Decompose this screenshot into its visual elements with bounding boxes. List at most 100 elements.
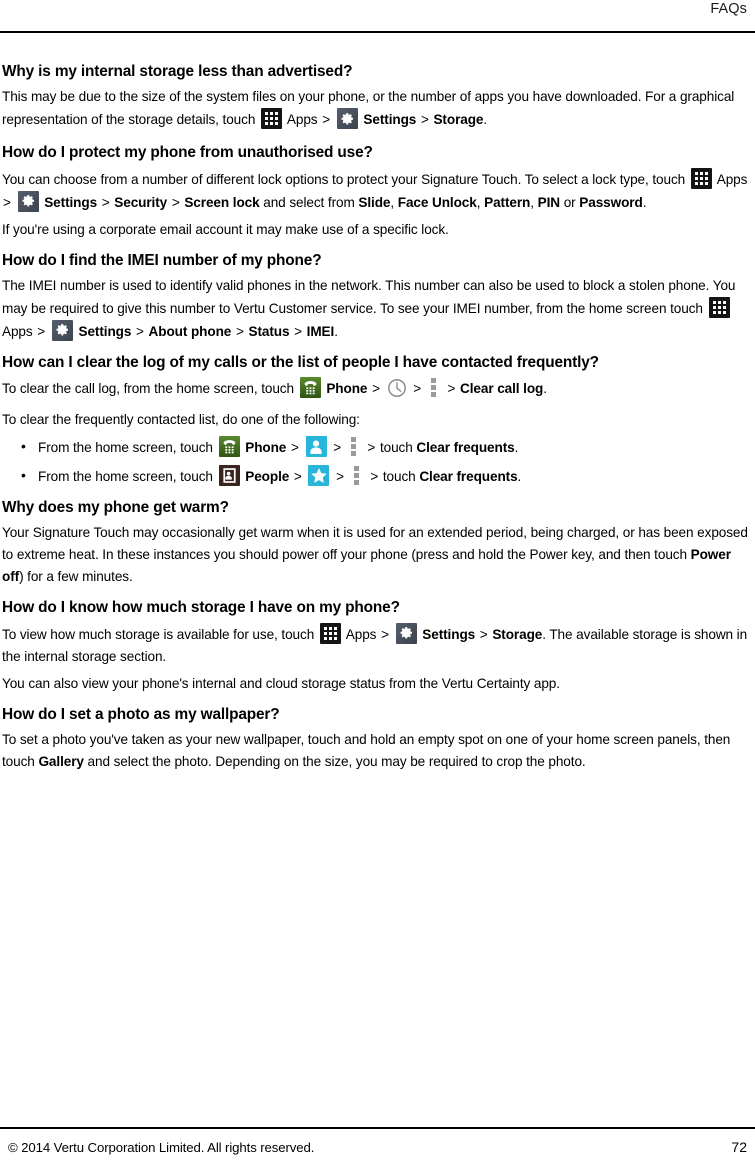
chevron-separator: > <box>333 440 342 456</box>
faq-answer-secondary: If you're using a corporate email accoun… <box>2 221 449 237</box>
clear-call-log-label: Clear call log <box>460 381 544 397</box>
phone-label: Phone <box>245 440 287 456</box>
faq-section-clear-call-log: How can I clear the log of my calls or t… <box>2 353 749 488</box>
faq-answer: This may be due to the size of the syste… <box>2 86 749 131</box>
period: . <box>543 381 547 397</box>
chevron-separator: > <box>235 323 244 339</box>
faq-answer-mid: or <box>563 194 576 210</box>
gear-icon <box>17 190 39 212</box>
comma: , <box>390 194 395 210</box>
imei-label: IMEI <box>306 323 335 339</box>
period: . <box>517 469 522 485</box>
apps-grid-icon <box>319 622 341 644</box>
faq-answer: You can choose from a number of differen… <box>2 167 749 214</box>
list-item: From the home screen, touch <box>21 464 749 488</box>
faq-answer-mid: and select from <box>263 194 355 210</box>
faq-answer-text: To view how much storage is available fo… <box>2 626 315 642</box>
security-label: Security <box>114 194 168 210</box>
faq-question: Why does my phone get warm? <box>2 499 229 517</box>
apps-label: Apps <box>345 626 377 642</box>
period: . <box>642 194 647 210</box>
faq-question: How do I find the IMEI number of my phon… <box>2 251 322 269</box>
chevron-separator: > <box>3 194 11 210</box>
footer-divider <box>0 1127 755 1129</box>
faq-answer-text: You can choose from a number of differen… <box>2 171 686 187</box>
faq-answer-text: Your Signature Touch may occasionally ge… <box>2 525 748 563</box>
chevron-separator: > <box>479 626 488 642</box>
people-label: People <box>245 469 290 485</box>
page-header: FAQs <box>0 0 755 42</box>
faq-answer-tertiary: You can also view your phone's internal … <box>2 675 560 691</box>
faq-answer: Your Signature Touch may occasionally ge… <box>2 522 749 588</box>
faq-section-imei: How do I find the IMEI number of my phon… <box>2 251 749 343</box>
page-footer: © 2014 Vertu Corporation Limited. All ri… <box>0 1100 755 1162</box>
chevron-separator: > <box>37 323 46 339</box>
faq-answer: To set a photo you've taken as your new … <box>2 729 749 773</box>
chevron-separator: > <box>372 381 380 397</box>
gear-icon <box>336 108 358 130</box>
faq-question: How can I clear the log of my calls or t… <box>2 353 599 371</box>
apps-grid-icon <box>708 296 730 318</box>
overflow-menu-icon <box>430 377 438 398</box>
list-item-mid: touch <box>379 440 413 456</box>
about-phone-label: About phone <box>148 323 232 339</box>
gallery-label: Gallery <box>38 754 84 770</box>
people-contact-card-icon <box>218 465 240 487</box>
list-item-mid: touch <box>382 469 416 485</box>
list-item-prefix: From the home screen, touch <box>38 440 213 456</box>
chevron-separator: > <box>290 440 299 456</box>
chevron-separator: > <box>367 440 376 456</box>
page-number: 72 <box>731 1139 747 1155</box>
chevron-separator: > <box>447 381 456 397</box>
faq-section-internal-storage: Why is my internal storage less than adv… <box>2 62 749 131</box>
clear-frequents-label: Clear frequents <box>419 469 518 485</box>
chevron-separator: > <box>293 469 302 485</box>
list-item-prefix: From the home screen, touch <box>38 469 213 485</box>
settings-label: Settings <box>422 626 476 642</box>
slide-label: Slide <box>358 194 391 210</box>
clock-icon <box>387 378 407 398</box>
faq-answer-secondary: To clear the frequently contacted list, … <box>2 412 360 428</box>
chevron-separator: > <box>336 469 344 485</box>
overflow-menu-icon <box>350 436 358 457</box>
faq-question: How do I know how much storage I have on… <box>2 599 400 617</box>
chevron-separator: > <box>413 381 422 397</box>
chevron-separator: > <box>370 469 379 485</box>
header-divider <box>0 31 755 33</box>
faq-content: Why is my internal storage less than adv… <box>2 62 749 785</box>
comma: , <box>476 194 481 210</box>
comma: , <box>530 194 534 210</box>
header-title: FAQs <box>710 1 747 17</box>
phone-label: Phone <box>326 381 368 397</box>
phone-handset-icon <box>218 436 240 458</box>
faq-answer: The IMEI number is used to identify vali… <box>2 275 749 343</box>
screen-lock-label: Screen lock <box>184 194 260 210</box>
person-silhouette-icon <box>305 436 327 458</box>
chevron-separator: > <box>101 194 110 210</box>
list-item: From the home screen, touch <box>21 435 749 459</box>
faq-section-how-much-storage: How do I know how much storage I have on… <box>2 598 749 694</box>
chevron-separator: > <box>381 626 389 642</box>
period: . <box>514 440 519 456</box>
faq-answer-text: The IMEI number is used to identify vali… <box>2 277 736 316</box>
chevron-separator: > <box>322 112 331 128</box>
faq-answer-tail: and select the photo. Depending on the s… <box>87 754 586 770</box>
overflow-menu-icon <box>353 465 361 486</box>
faq-page: FAQs Why is my internal storage less tha… <box>0 0 755 1162</box>
settings-label: Settings <box>78 323 132 339</box>
apps-label: Apps <box>2 323 33 339</box>
period: . <box>483 112 488 128</box>
faq-answer: To clear the call log, from the home scr… <box>2 377 749 400</box>
gear-icon <box>51 319 73 341</box>
chevron-separator: > <box>294 323 302 339</box>
gear-icon <box>395 622 417 644</box>
storage-label: Storage <box>433 112 484 128</box>
face-unlock-label: Face Unlock <box>397 194 477 210</box>
status-label: Status <box>248 323 290 339</box>
faq-answer-tail: ) for a few minutes. <box>19 569 133 585</box>
faq-section-phone-warm: Why does my phone get warm? Your Signatu… <box>2 498 749 588</box>
faq-answer: To view how much storage is available fo… <box>2 622 749 668</box>
apps-grid-icon <box>260 108 282 130</box>
faq-question: How do I set a photo as my wallpaper? <box>2 705 280 723</box>
clear-frequents-list: From the home screen, touch <box>2 435 749 488</box>
